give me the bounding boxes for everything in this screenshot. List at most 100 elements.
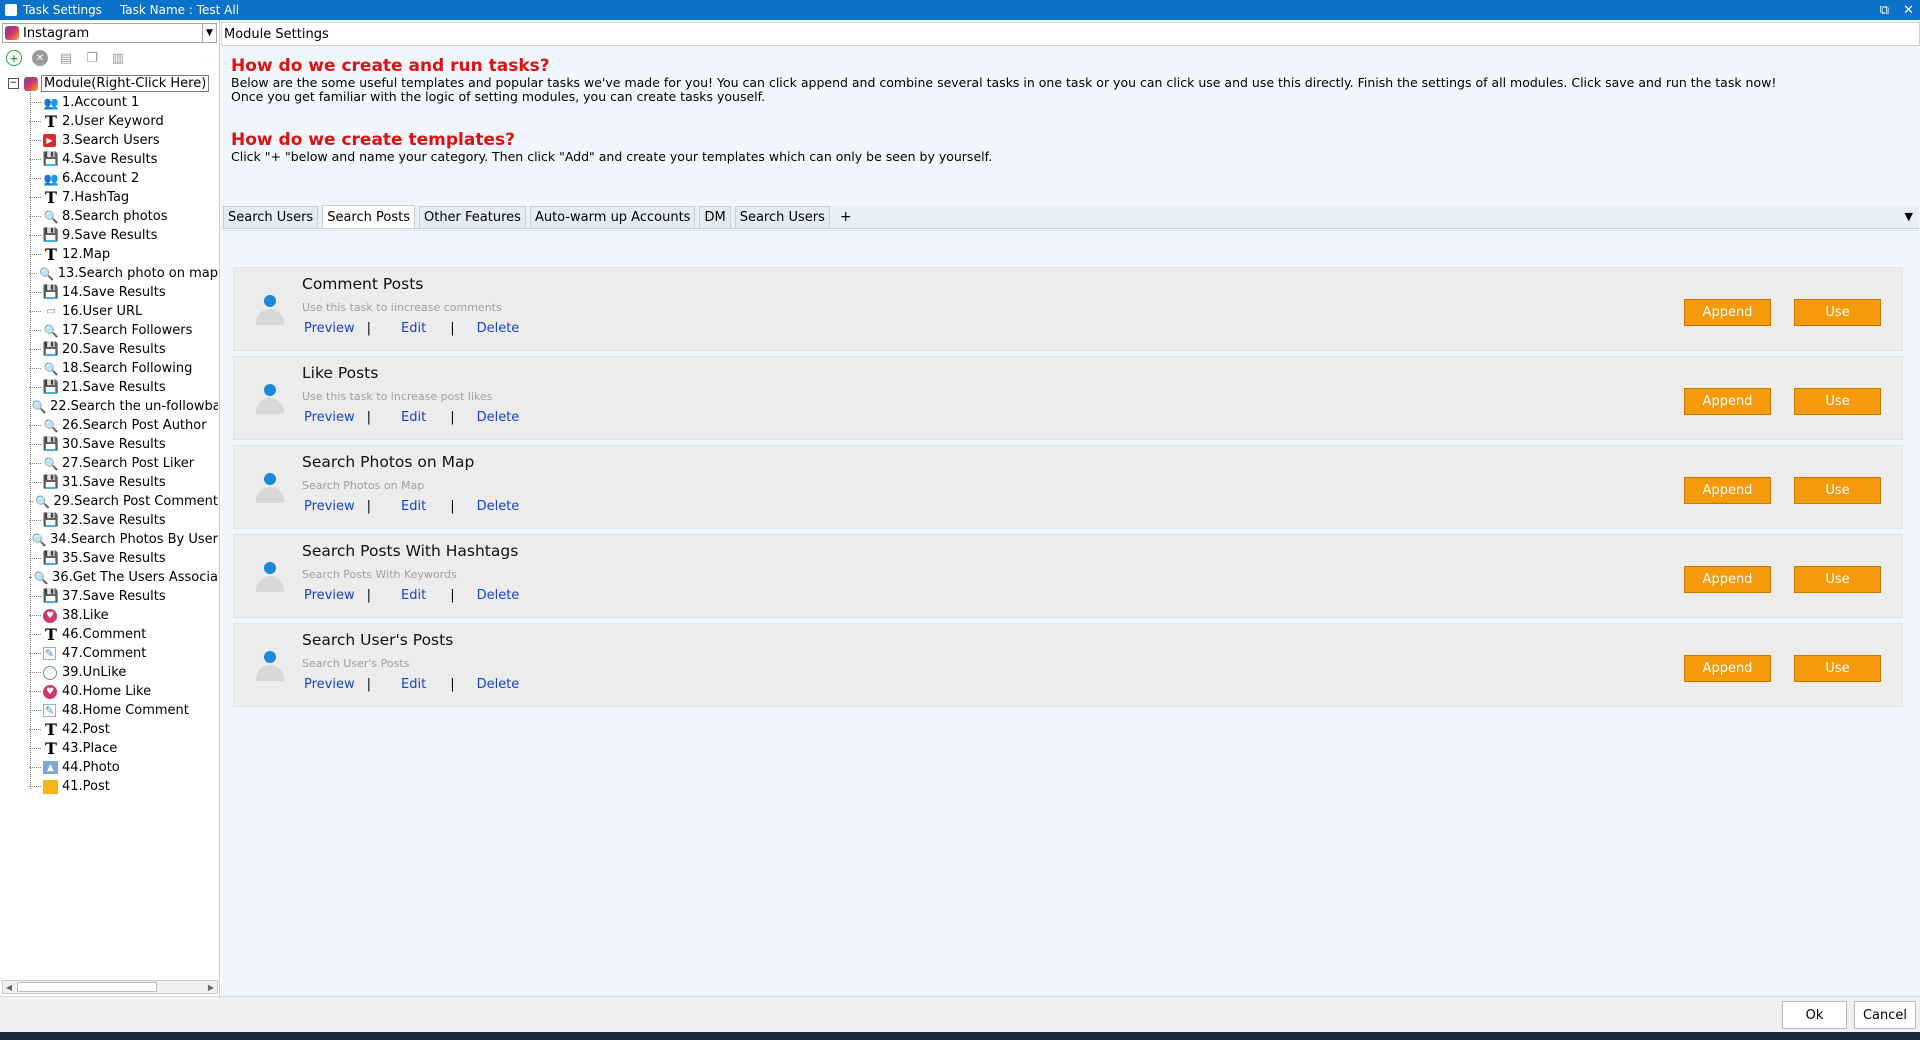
tree-item[interactable]: ▭ 16.User URL (8, 302, 218, 321)
tabs-dropdown-icon[interactable]: ▼ (1905, 210, 1913, 223)
tree-item[interactable]: 💾 31.Save Results (8, 473, 218, 492)
close-icon[interactable]: ✕ (1903, 3, 1914, 18)
edit-link[interactable]: Edit (401, 499, 426, 514)
tree-item[interactable]: T 46.Comment (8, 625, 218, 644)
tab-other-features[interactable]: Other Features (418, 206, 526, 228)
tree-item[interactable]: 💾 32.Save Results (8, 511, 218, 530)
tab-search-users[interactable]: Search Users (223, 206, 319, 228)
tree-item[interactable]: ✎ 47.Comment (8, 644, 218, 663)
append-button[interactable]: Append (1684, 299, 1771, 326)
restore-icon[interactable]: ⧉ (1880, 3, 1889, 18)
edit-link[interactable]: Edit (401, 321, 426, 336)
use-button[interactable]: Use (1794, 388, 1881, 415)
tab-dm[interactable]: DM (699, 206, 731, 228)
delete-link[interactable]: Delete (477, 499, 520, 514)
tree-item[interactable]: 🔍 13.Search photo on map (8, 264, 218, 283)
platform-select[interactable]: Instagram ▼ (2, 23, 217, 43)
tree-item[interactable]: 💾 4.Save Results (8, 150, 218, 169)
tree-item[interactable]: 🔍 17.Search Followers (8, 321, 218, 340)
tree-item[interactable]: 💾 21.Save Results (8, 378, 218, 397)
tree-item[interactable]: ♡ 39.UnLike (8, 663, 218, 682)
preview-link[interactable]: Preview (304, 410, 355, 425)
tree-item[interactable]: ▲ 44.Photo (8, 758, 218, 777)
tree-item[interactable]: T 2.User Keyword (8, 112, 218, 131)
tree-item-label: 1.Account 1 (62, 95, 140, 110)
delete-link[interactable]: Delete (477, 410, 520, 425)
delete-link[interactable]: Delete (477, 588, 520, 603)
tree-branch-line (29, 425, 41, 426)
paste-icon[interactable]: ▥ (110, 50, 126, 66)
use-button[interactable]: Use (1794, 299, 1881, 326)
tree-branch-line (29, 197, 41, 198)
tree-root[interactable]: − Module(Right-Click Here) (8, 74, 218, 93)
tree-item[interactable]: ✎ 48.Home Comment (8, 701, 218, 720)
tree-item[interactable]: 🔍 36.Get The Users Associa (8, 568, 218, 587)
tree-item[interactable]: 💾 9.Save Results (8, 226, 218, 245)
append-button[interactable]: Append (1684, 477, 1771, 504)
tree-branch-line (29, 140, 41, 141)
tree-item-label: 12.Map (62, 247, 111, 262)
save-icon: 💾 (42, 551, 60, 566)
card-title: Comment Posts (302, 275, 424, 293)
delete-link[interactable]: Delete (477, 677, 520, 692)
heading-templates: How do we create templates? (231, 130, 515, 150)
tree-item[interactable]: T 12.Map (8, 245, 218, 264)
tree-item[interactable]: ♥ 40.Home Like (8, 682, 218, 701)
tree-item[interactable]: T 42.Post (8, 720, 218, 739)
tree-item[interactable]: 👥 6.Account 2 (8, 169, 218, 188)
text-icon: T (45, 112, 57, 131)
dialog-footer: Ok Cancel (0, 996, 1920, 1032)
scroll-thumb[interactable] (17, 982, 157, 992)
edit-link[interactable]: Edit (401, 677, 426, 692)
edit-link[interactable]: Edit (401, 410, 426, 425)
use-button[interactable]: Use (1794, 655, 1881, 682)
remove-icon[interactable]: ✕ (32, 50, 48, 66)
delete-link[interactable]: Delete (477, 321, 520, 336)
tree-item[interactable]: ▶ 3.Search Users (8, 131, 218, 150)
horizontal-scrollbar[interactable]: ◀ ▶ (2, 980, 218, 994)
tree-item[interactable]: 🔍 27.Search Post Liker (8, 454, 218, 473)
tree-item[interactable]: 🔍 26.Search Post Author (8, 416, 218, 435)
copy-icon[interactable]: ❐ (84, 50, 100, 66)
edit-link[interactable]: Edit (401, 588, 426, 603)
scroll-left-icon[interactable]: ◀ (3, 981, 15, 993)
tree-branch-line (29, 767, 41, 768)
preview-link[interactable]: Preview (304, 677, 355, 692)
tree-item[interactable]: 🔍 8.Search photos (8, 207, 218, 226)
tree-item[interactable]: T 43.Place (8, 739, 218, 758)
tab-auto-warm-up-accounts[interactable]: Auto-warm up Accounts (529, 206, 696, 228)
tree-item[interactable]: 🔍 34.Search Photos By User (8, 530, 218, 549)
ok-button[interactable]: Ok (1782, 1001, 1847, 1029)
tree-item[interactable]: 💾 14.Save Results (8, 283, 218, 302)
tree-item-label: 37.Save Results (62, 589, 166, 604)
tab-search-users[interactable]: Search Users (734, 206, 830, 228)
tree-item[interactable]: 💾 37.Save Results (8, 587, 218, 606)
tree-item[interactable]: 👥 1.Account 1 (8, 93, 218, 112)
preview-link[interactable]: Preview (304, 321, 355, 336)
add-tab-button[interactable]: + (834, 206, 858, 228)
tree-item[interactable]: T 7.HashTag (8, 188, 218, 207)
add-icon[interactable]: + (6, 50, 22, 66)
tree-item[interactable]: 🔍 22.Search the un-followba (8, 397, 218, 416)
tree-item[interactable]: 🔍 29.Search Post Comment (8, 492, 218, 511)
append-button[interactable]: Append (1684, 566, 1771, 593)
tree-item[interactable]: 🔍 18.Search Following (8, 359, 218, 378)
chevron-down-icon[interactable]: ▼ (202, 24, 216, 42)
scroll-right-icon[interactable]: ▶ (205, 981, 217, 993)
template-card: Search Posts With Hashtags Search Posts … (233, 534, 1903, 618)
use-button[interactable]: Use (1794, 566, 1881, 593)
collapse-icon[interactable]: − (8, 78, 19, 89)
use-button[interactable]: Use (1794, 477, 1881, 504)
tree-item[interactable]: 41.Post (8, 777, 218, 796)
preview-link[interactable]: Preview (304, 588, 355, 603)
preview-link[interactable]: Preview (304, 499, 355, 514)
append-button[interactable]: Append (1684, 655, 1771, 682)
tree-item[interactable]: 💾 35.Save Results (8, 549, 218, 568)
tree-item[interactable]: 💾 30.Save Results (8, 435, 218, 454)
doc-icon[interactable]: ▤ (58, 50, 74, 66)
tree-item[interactable]: 💾 20.Save Results (8, 340, 218, 359)
append-button[interactable]: Append (1684, 388, 1771, 415)
tree-item[interactable]: ♥ 38.Like (8, 606, 218, 625)
cancel-button[interactable]: Cancel (1854, 1001, 1916, 1029)
tab-search-posts[interactable]: Search Posts (322, 205, 415, 228)
